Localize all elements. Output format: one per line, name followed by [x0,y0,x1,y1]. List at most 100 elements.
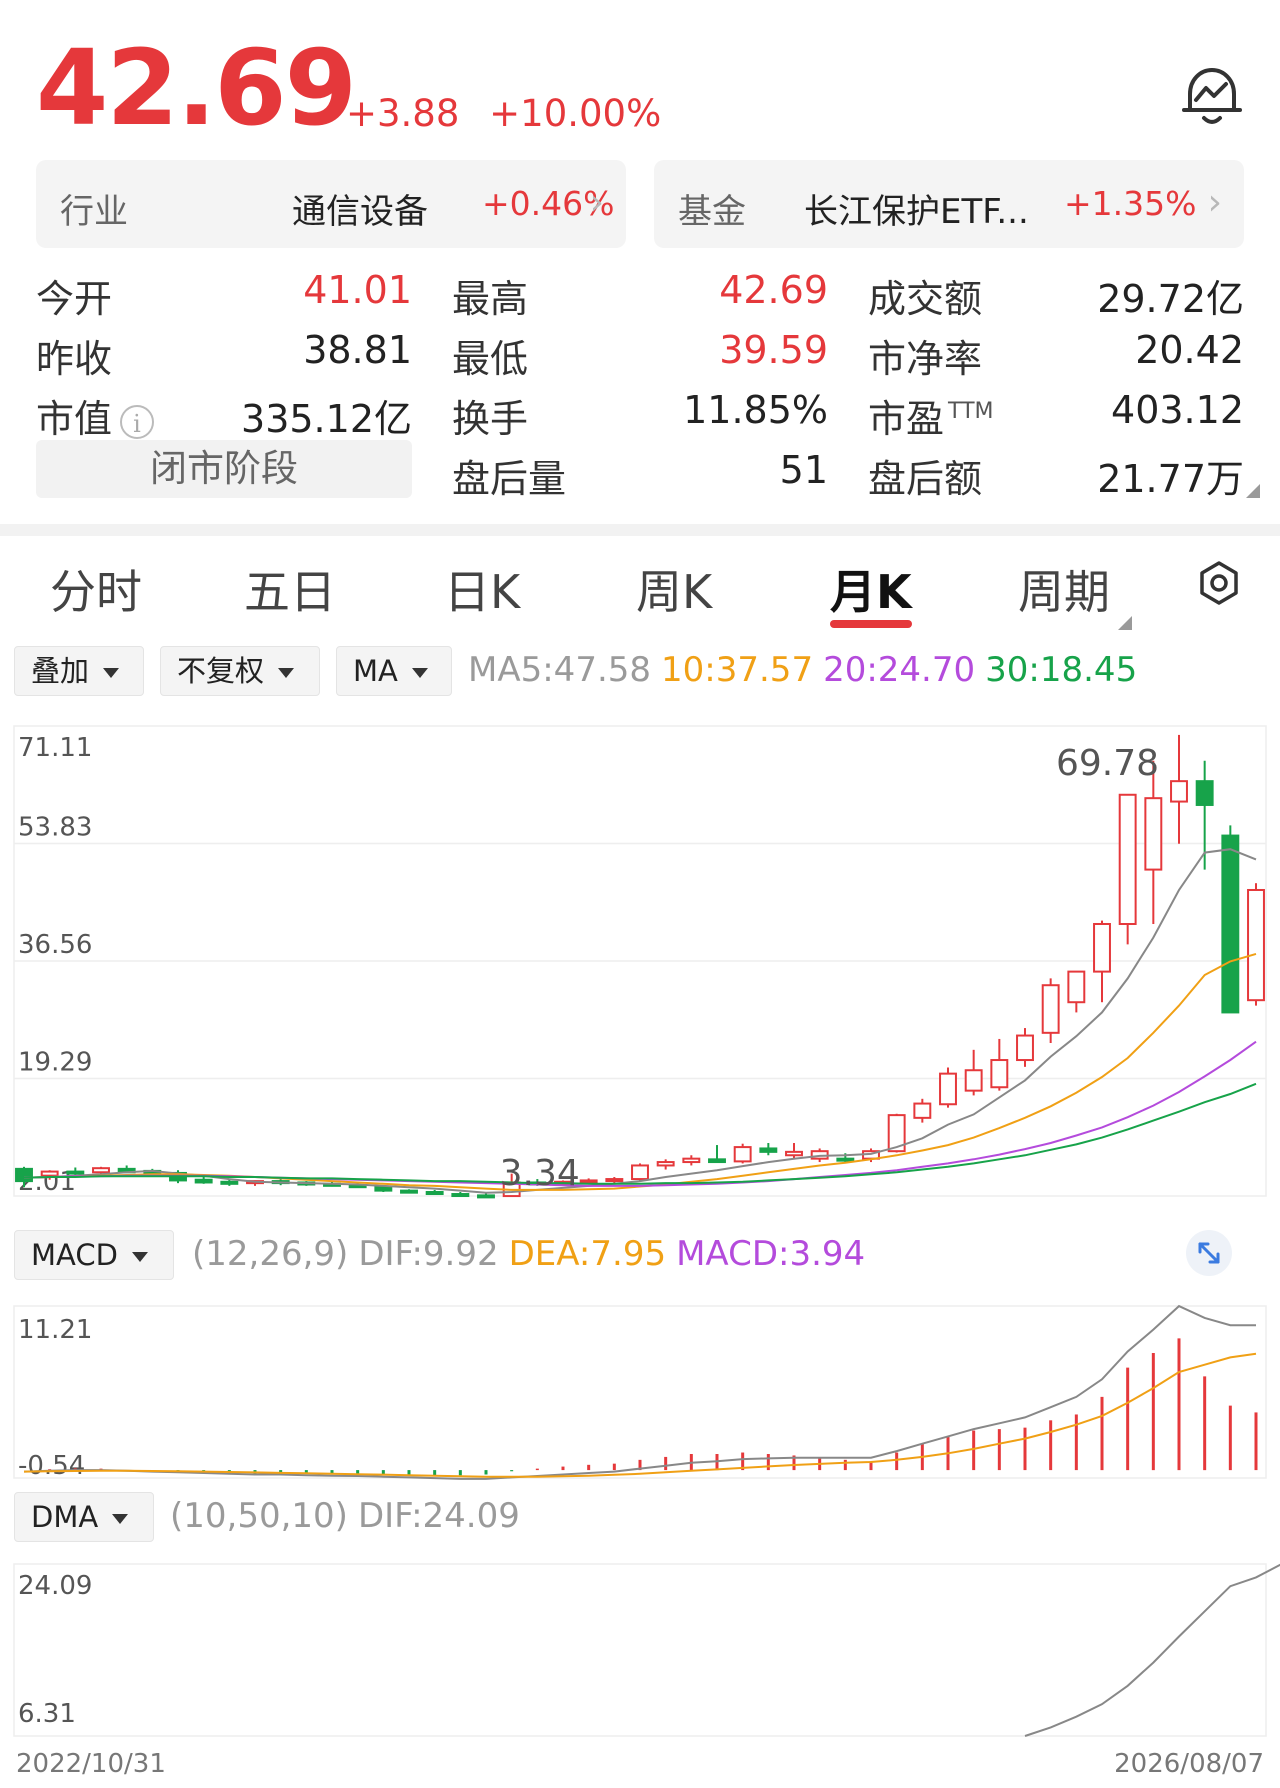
fullscreen-button[interactable] [1186,1230,1232,1276]
candle-body [66,1170,85,1175]
candle-body [605,1178,624,1183]
dma-dif: DIF:24.09 [357,1496,520,1536]
y-axis-label: 36.56 [18,930,92,960]
settings-hexagon-icon [1200,561,1238,605]
macd-dif: DIF:9.92 [358,1234,499,1274]
macd-indicator-label: MACD [31,1238,118,1272]
price-change: +3.88 +10.00% [346,92,679,135]
prev-close-value: 38.81 [303,328,412,372]
ma20-legend: 20:24.70 [823,650,976,690]
candle-body [1221,834,1240,1014]
candle-body [1144,797,1163,871]
dma-indicator-label: DMA [31,1500,99,1534]
after-hours-volume-value: 51 [779,448,828,492]
bell-chart-icon [1182,67,1242,124]
pb-value: 20.42 [1135,328,1244,372]
industry-chip[interactable]: 行业 通信设备 +0.46% › [36,160,626,248]
change-amount: +3.88 [346,92,460,135]
dma-dif-line [1024,1563,1280,1737]
active-tab-indicator [830,620,912,628]
overlay-dropdown[interactable]: 叠加 [14,646,144,696]
fund-percent: +1.35% [1064,184,1197,223]
candle-body [682,1157,701,1164]
open-label: 今开 [36,277,113,321]
after-hours-volume-label: 盘后量 [452,457,567,501]
pe-ttm-tag: TTM [948,399,994,425]
fund-chip[interactable]: 基金 长江保护ETF... +1.35% › [654,160,1244,248]
candle-body [194,1178,213,1184]
period-dropdown-handle[interactable] [1118,616,1132,630]
candle-body [1041,984,1060,1034]
tab-period[interactable]: 周期 [1018,556,1110,622]
candle-body [1016,1034,1034,1062]
candle-body [964,1069,983,1092]
after-hours-amount-label: 盘后额 [868,457,983,501]
candle-body [425,1190,444,1196]
candle-body [451,1193,470,1198]
candle-body [1195,780,1214,806]
macd-dif-line [23,1304,1256,1480]
min-price-label: 3.34 [500,1153,580,1194]
macd-legend: (12,26,9) DIF:9.92 DEA:7.95 MACD:3.94 [192,1234,875,1274]
tab-daily-k[interactable]: 日K [444,556,520,622]
y-axis-label: 71.11 [18,733,92,763]
candle-body [15,1167,33,1183]
dma-indicator-dropdown[interactable]: DMA [14,1492,154,1542]
current-price: 42.69 [36,27,357,149]
after-hours-amount-value: 21.77万 [1097,457,1244,501]
industry-name: 通信设备 [292,192,428,232]
expand-arrows-icon [1198,1242,1220,1264]
main-indicator-dropdown[interactable]: MA [336,646,452,696]
y-axis-label: 11.21 [18,1315,92,1345]
candle-body [785,1150,803,1157]
tab-intraday[interactable]: 分时 [50,556,142,622]
section-divider [0,524,1280,536]
ma10-legend: 10:37.57 [661,650,814,690]
y-axis-label: 53.83 [18,813,92,843]
chart-frame [13,1305,1267,1479]
tab-five-day[interactable]: 五日 [244,556,336,622]
industry-label: 行业 [60,192,128,232]
price-alert-button[interactable] [1178,60,1246,132]
candle-body [400,1189,418,1194]
turnover-value: 11.85% [683,388,828,432]
pe-value: 403.12 [1111,388,1244,432]
dma-chart[interactable]: 24.09 6.31 2022/10/31 2026/08/07 [0,1556,1280,1786]
info-icon[interactable]: i [120,404,155,439]
overlay-dropdown-label: 叠加 [31,654,90,688]
candle-body [579,1179,598,1184]
candle-body [836,1157,855,1162]
candle-body [939,1072,957,1106]
x-axis-end-date: 2026/08/07 [1114,1749,1264,1779]
macd-dea: DEA:7.95 [508,1234,667,1274]
macd-params: (12,26,9) [192,1234,349,1274]
chart-settings-button[interactable] [1196,560,1242,606]
y-axis-label: 6.31 [18,1699,76,1729]
macd-chart[interactable]: 11.21 -0.54 [0,1296,1280,1486]
adjust-dropdown[interactable]: 不复权 [160,646,320,696]
tab-weekly-k[interactable]: 周K [636,556,712,622]
candle-body [913,1102,932,1119]
market-cap-label[interactable]: 市值 i [36,388,155,443]
candle-body [733,1146,752,1163]
ma5-line [23,848,1257,1194]
fund-name: 长江保护ETF... [804,192,1029,232]
candle-body [656,1161,675,1167]
y-axis-label: 24.09 [18,1571,92,1601]
x-axis-start-date: 2022/10/31 [16,1749,166,1779]
tab-monthly-k[interactable]: 月K [830,556,912,622]
expand-stats-handle[interactable] [1246,484,1260,498]
y-axis-label: 19.29 [18,1047,92,1077]
ma30-legend: 30:18.45 [985,650,1138,690]
fund-label: 基金 [678,192,746,232]
candle-body [92,1167,110,1174]
candle-body [477,1194,495,1199]
market-cap-label-text: 市值 [36,397,113,441]
open-value: 41.01 [303,268,412,312]
candle-body [759,1147,778,1153]
caret-down-icon [278,668,295,678]
candlestick-chart[interactable]: 71.1153.8336.5619.292.0169.783.34 [0,712,1280,1216]
adjust-dropdown-label: 不复权 [177,654,265,688]
macd-indicator-dropdown[interactable]: MACD [14,1230,174,1280]
low-label: 最低 [452,337,529,381]
